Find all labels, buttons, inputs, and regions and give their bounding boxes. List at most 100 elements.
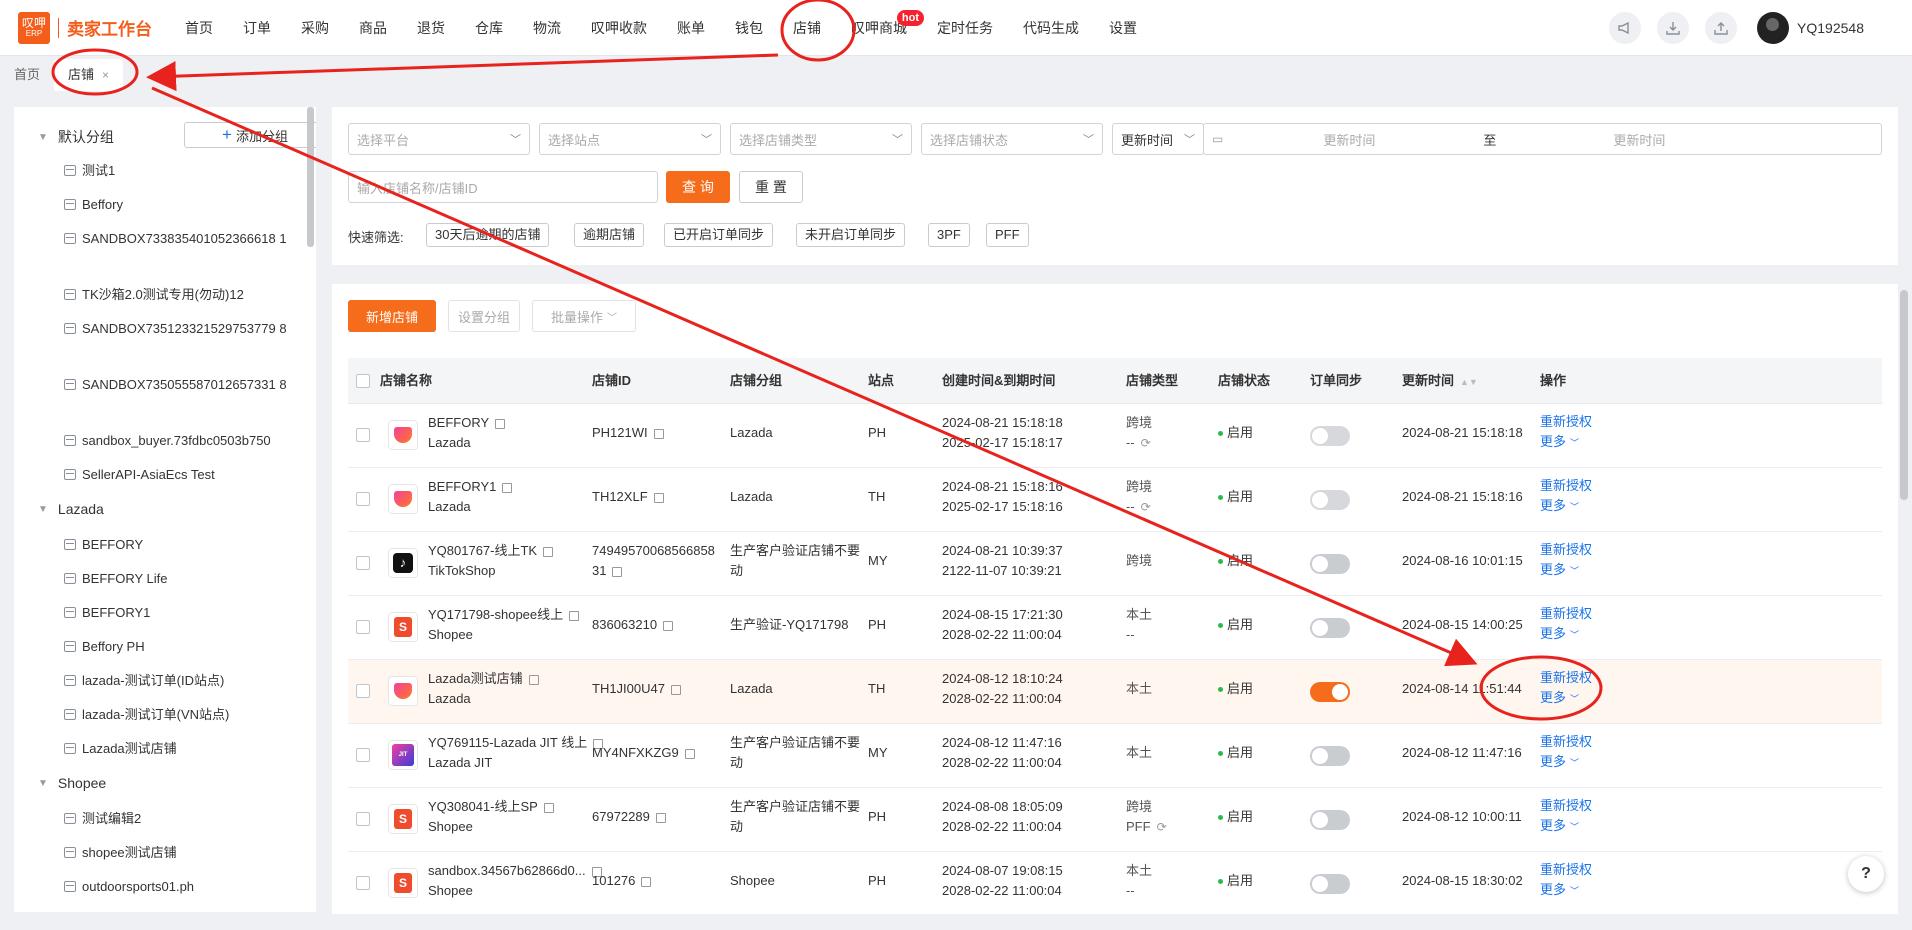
reset-button[interactable]: 重 置 [739, 171, 803, 203]
store-name[interactable]: sandbox.34567b62866d0... [428, 863, 586, 878]
nav-item-stores[interactable]: 店铺 [778, 0, 836, 56]
copy-icon[interactable] [653, 492, 664, 503]
more-actions-link[interactable]: 更多 ﹀ [1540, 560, 1592, 581]
store-status-select[interactable]: 选择店铺状态 ﹀ [921, 123, 1103, 155]
row-checkbox[interactable] [356, 492, 370, 506]
copy-icon[interactable] [543, 802, 554, 813]
reauthorize-link[interactable]: 重新授权 [1540, 668, 1592, 688]
nav-item-returns[interactable]: 退货 [402, 0, 460, 56]
quick-filter-chip[interactable]: 未开启订单同步 [796, 223, 906, 247]
refresh-icon[interactable]: ⟳ [1141, 500, 1151, 514]
copy-icon[interactable] [612, 566, 623, 577]
group-lazada[interactable]: ▼ Lazada [38, 501, 104, 517]
help-button[interactable]: ? [1848, 856, 1884, 892]
copy-icon[interactable] [641, 876, 652, 887]
sidebar-store-item[interactable]: SANDBOX733835401052366618 1 [64, 229, 304, 249]
page-scrollbar[interactable] [1900, 290, 1908, 500]
table-row[interactable]: Lazada测试店铺 Lazada TH1JI00U47 Lazada TH 2024-0… [348, 660, 1882, 724]
store-name[interactable]: YQ801767-线上TK [428, 543, 537, 558]
copy-icon[interactable] [684, 748, 695, 759]
nav-item-mall[interactable]: 叹呷商城 hot [836, 0, 924, 56]
copy-icon[interactable] [502, 482, 513, 493]
order-sync-toggle[interactable] [1310, 490, 1350, 510]
search-input[interactable]: 输入店铺名称/店铺ID [348, 171, 658, 203]
batch-actions-button[interactable]: 批量操作 ﹀ [532, 300, 636, 332]
copy-icon[interactable] [528, 674, 539, 685]
nav-item-settings[interactable]: 设置 [1094, 0, 1152, 56]
more-actions-link[interactable]: 更多 ﹀ [1540, 880, 1592, 901]
nav-item-logistics[interactable]: 物流 [518, 0, 576, 56]
date-range-picker[interactable]: ▭ 更新时间 至 更新时间 [1203, 123, 1882, 155]
copy-icon[interactable] [655, 812, 666, 823]
store-name[interactable]: YQ769115-Lazada JIT 线上 [428, 735, 587, 750]
more-actions-link[interactable]: 更多 ﹀ [1540, 816, 1592, 837]
order-sync-toggle[interactable] [1310, 554, 1350, 574]
row-checkbox[interactable] [356, 748, 370, 762]
reauthorize-link[interactable]: 重新授权 [1540, 412, 1592, 432]
order-sync-toggle[interactable] [1310, 874, 1350, 894]
reauthorize-link[interactable]: 重新授权 [1540, 476, 1592, 496]
sidebar-store-item[interactable]: 测试编辑2 [64, 809, 304, 829]
nav-item-warehouse[interactable]: 仓库 [460, 0, 518, 56]
select-all-checkbox[interactable] [356, 374, 370, 388]
table-row[interactable]: ♪ YQ801767-线上TK TikTokShop 7494957006856685… [348, 532, 1882, 596]
sidebar-store-item[interactable]: sandbox_buyer.73fdbc0503b750 [64, 431, 304, 451]
user-avatar[interactable] [1757, 12, 1790, 44]
reauthorize-link[interactable]: 重新授权 [1540, 860, 1592, 880]
quick-filter-chip[interactable]: 已开启订单同步 [664, 223, 774, 247]
reauthorize-link[interactable]: 重新授权 [1540, 796, 1592, 816]
app-logo[interactable]: 叹呷 ERP 卖家工作台 [18, 11, 170, 44]
store-type-select[interactable]: 选择店铺类型 ﹀ [730, 123, 912, 155]
order-sync-toggle[interactable] [1310, 746, 1350, 766]
nav-item-payment[interactable]: 叹呷收款 [576, 0, 662, 56]
tab-stores[interactable]: 店铺 × [54, 59, 124, 91]
store-name[interactable]: YQ171798-shopee线上 [428, 607, 563, 622]
table-row[interactable]: BEFFORY1 Lazada TH12XLF Lazada TH 2024-08-21 … [348, 468, 1882, 532]
reauthorize-link[interactable]: 重新授权 [1540, 540, 1592, 560]
sidebar-store-item[interactable]: TK沙箱2.0测试专用(勿动)12 [64, 285, 304, 305]
nav-item-scheduled-tasks[interactable]: 定时任务 [922, 0, 1008, 56]
refresh-icon[interactable]: ⟳ [1157, 820, 1167, 834]
download-icon[interactable] [1657, 12, 1690, 44]
nav-item-code-gen[interactable]: 代码生成 [1008, 0, 1094, 56]
announcement-icon[interactable] [1609, 12, 1642, 44]
sidebar-store-item[interactable]: 测试1 [64, 161, 304, 181]
quick-filter-chip[interactable]: 逾期店铺 [574, 223, 645, 247]
order-sync-toggle[interactable] [1310, 618, 1350, 638]
table-row[interactable]: JIT YQ769115-Lazada JIT 线上 Lazada JIT MY4NF… [348, 724, 1882, 788]
order-sync-toggle[interactable] [1310, 682, 1350, 702]
store-name[interactable]: BEFFORY1 [428, 479, 496, 494]
sidebar-store-item[interactable]: BEFFORY Life [64, 569, 304, 589]
row-checkbox[interactable] [356, 620, 370, 634]
nav-item-bills[interactable]: 账单 [662, 0, 720, 56]
table-row[interactable]: S YQ171798-shopee线上 Shopee 836063210 生产验证-YQ… [348, 596, 1882, 660]
query-button[interactable]: 查 询 [666, 171, 730, 203]
table-row[interactable]: BEFFORY Lazada PH121WI Lazada PH 2024-08-21 1… [348, 404, 1882, 468]
nav-item-purchase[interactable]: 采购 [286, 0, 344, 56]
username[interactable]: YQ192548 [1797, 20, 1864, 36]
copy-icon[interactable] [663, 620, 674, 631]
sidebar-store-item[interactable]: BEFFORY [64, 535, 304, 555]
sidebar-scrollbar[interactable] [307, 107, 314, 247]
nav-item-products[interactable]: 商品 [344, 0, 402, 56]
order-sync-toggle[interactable] [1310, 426, 1350, 446]
row-checkbox[interactable] [356, 428, 370, 442]
sort-icon[interactable]: ▲▼ [1460, 377, 1478, 387]
store-name[interactable]: Lazada测试店铺 [428, 671, 523, 686]
tab-home[interactable]: 首页 [0, 59, 54, 91]
set-group-button[interactable]: 设置分组 [448, 300, 520, 332]
order-sync-toggle[interactable] [1310, 810, 1350, 830]
group-shopee[interactable]: ▼ Shopee [38, 775, 106, 791]
more-actions-link[interactable]: 更多 ﹀ [1540, 752, 1592, 773]
store-name[interactable]: YQ308041-线上SP [428, 799, 538, 814]
sidebar-store-item[interactable]: SANDBOX735055587012657331 8 [64, 375, 304, 395]
sidebar-store-item[interactable]: Lazada测试店铺 [64, 739, 304, 759]
row-checkbox[interactable] [356, 876, 370, 890]
sidebar-store-item[interactable]: shopee测试店铺 [64, 843, 304, 863]
copy-icon[interactable] [670, 684, 681, 695]
table-row[interactable]: S YQ308041-线上SP Shopee 67972289 生产客户验证店铺不要动 P… [348, 788, 1882, 852]
more-actions-link[interactable]: 更多 ﹀ [1540, 496, 1592, 517]
table-row[interactable]: Ssandbox.34567b62866d0... Shopee 101276 Sho… [348, 852, 1882, 914]
more-actions-link[interactable]: 更多 ﹀ [1540, 432, 1592, 453]
quick-filter-chip[interactable]: 3PF [928, 223, 970, 247]
